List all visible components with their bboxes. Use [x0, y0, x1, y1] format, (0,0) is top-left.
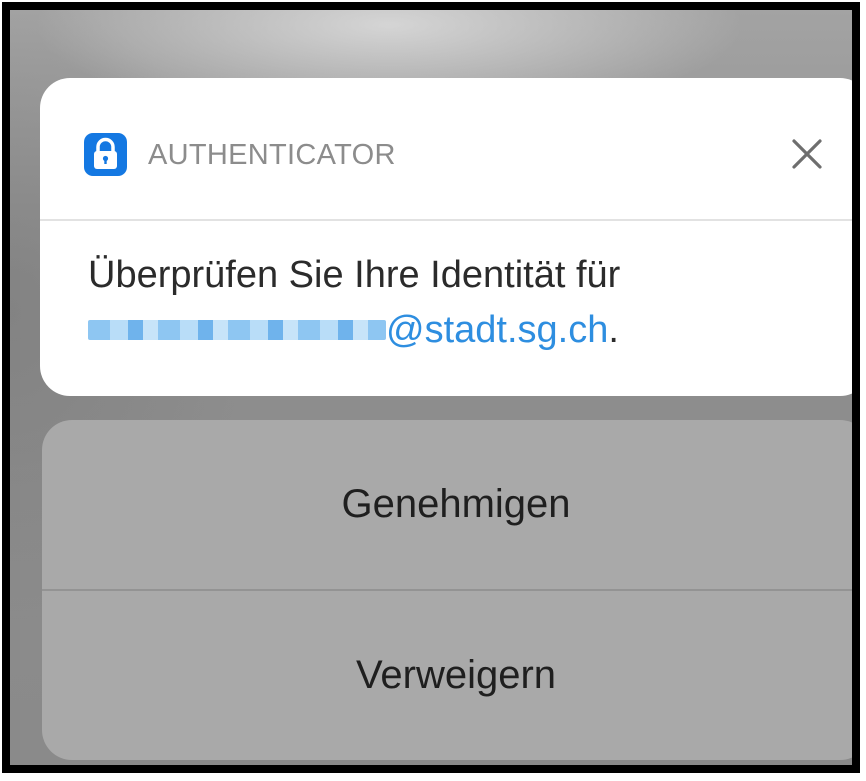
deny-button[interactable]: Verweigern	[42, 591, 852, 760]
notification-message: Überprüfen Sie Ihre Identität für @stadt…	[88, 248, 848, 358]
email-domain: @stadt.sg.ch	[386, 309, 609, 351]
lock-icon	[84, 133, 127, 176]
action-sheet: Genehmigen Verweigern	[42, 420, 852, 760]
approve-button[interactable]: Genehmigen	[42, 420, 852, 589]
notification-header: AUTHENTICATOR	[40, 78, 852, 219]
header-divider	[40, 219, 852, 221]
screenshot-frame: AUTHENTICATOR Überprüfen Sie Ihre Identi…	[2, 2, 860, 773]
message-text: Überprüfen Sie Ihre Identität für	[88, 254, 621, 296]
close-button[interactable]	[784, 131, 830, 177]
app-name: AUTHENTICATOR	[148, 139, 396, 171]
notification-card[interactable]: AUTHENTICATOR Überprüfen Sie Ihre Identi…	[40, 78, 852, 396]
message-period: .	[608, 309, 619, 351]
redacted-email-user	[88, 320, 386, 340]
close-icon	[792, 139, 822, 169]
email-line: @stadt.sg.ch.	[88, 303, 848, 358]
